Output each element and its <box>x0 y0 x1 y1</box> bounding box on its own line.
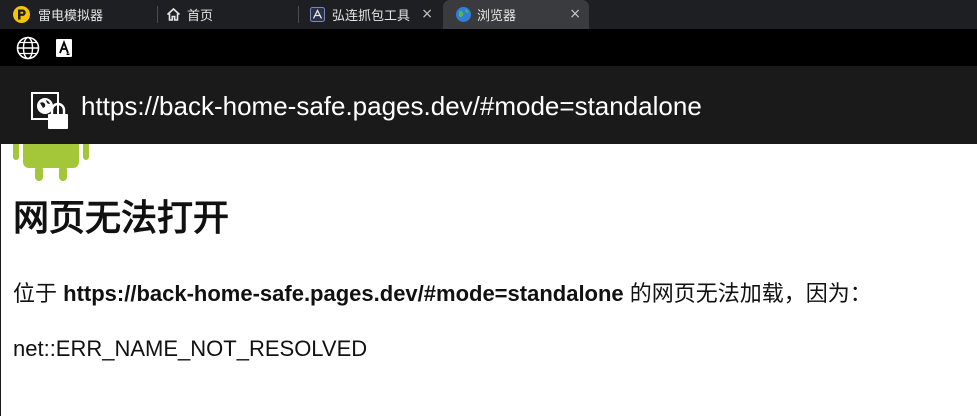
ldplayer-logo-icon <box>12 5 31 24</box>
error-message-suffix: 的网页无法加载，因为： <box>623 281 872 306</box>
home-icon <box>166 7 181 22</box>
tab-close-button[interactable]: × <box>569 6 581 22</box>
host-tab-bar: 雷电模拟器 首页 弘连抓包工具 × 浏览器 × <box>0 0 977 29</box>
tab-ldplayer[interactable]: 雷电模拟器 <box>0 0 157 29</box>
tab-browser[interactable]: 浏览器 × <box>443 0 589 29</box>
capture-tool-icon <box>310 7 325 22</box>
tab-label: 浏览器 <box>477 9 517 24</box>
tab-capture-tool[interactable]: 弘连抓包工具 × <box>299 0 441 29</box>
globe-icon <box>16 36 40 60</box>
error-message: 位于 https://back-home-safe.pages.dev/#mod… <box>13 279 872 309</box>
error-title: 网页无法打开 <box>13 198 230 239</box>
tab-label: 雷电模拟器 <box>38 9 104 24</box>
tab-label: 首页 <box>187 9 214 24</box>
error-message-prefix: 位于 <box>13 281 64 306</box>
browser-globe-icon <box>455 6 472 23</box>
insecure-site-lock-icon[interactable] <box>31 92 71 132</box>
tab-label: 弘连抓包工具 <box>332 9 411 24</box>
emulator-status-bar <box>0 29 977 66</box>
font-notification-icon <box>56 39 72 57</box>
error-code: net::ERR_NAME_NOT_RESOLVED <box>13 336 368 361</box>
tab-close-button[interactable]: × <box>421 6 433 22</box>
address-url-text[interactable]: https://back-home-safe.pages.dev/#mode=s… <box>81 88 702 124</box>
error-message-url: https://back-home-safe.pages.dev/#mode=s… <box>63 281 624 306</box>
android-robot-icon <box>13 142 89 184</box>
tab-home[interactable]: 首页 <box>158 0 298 29</box>
